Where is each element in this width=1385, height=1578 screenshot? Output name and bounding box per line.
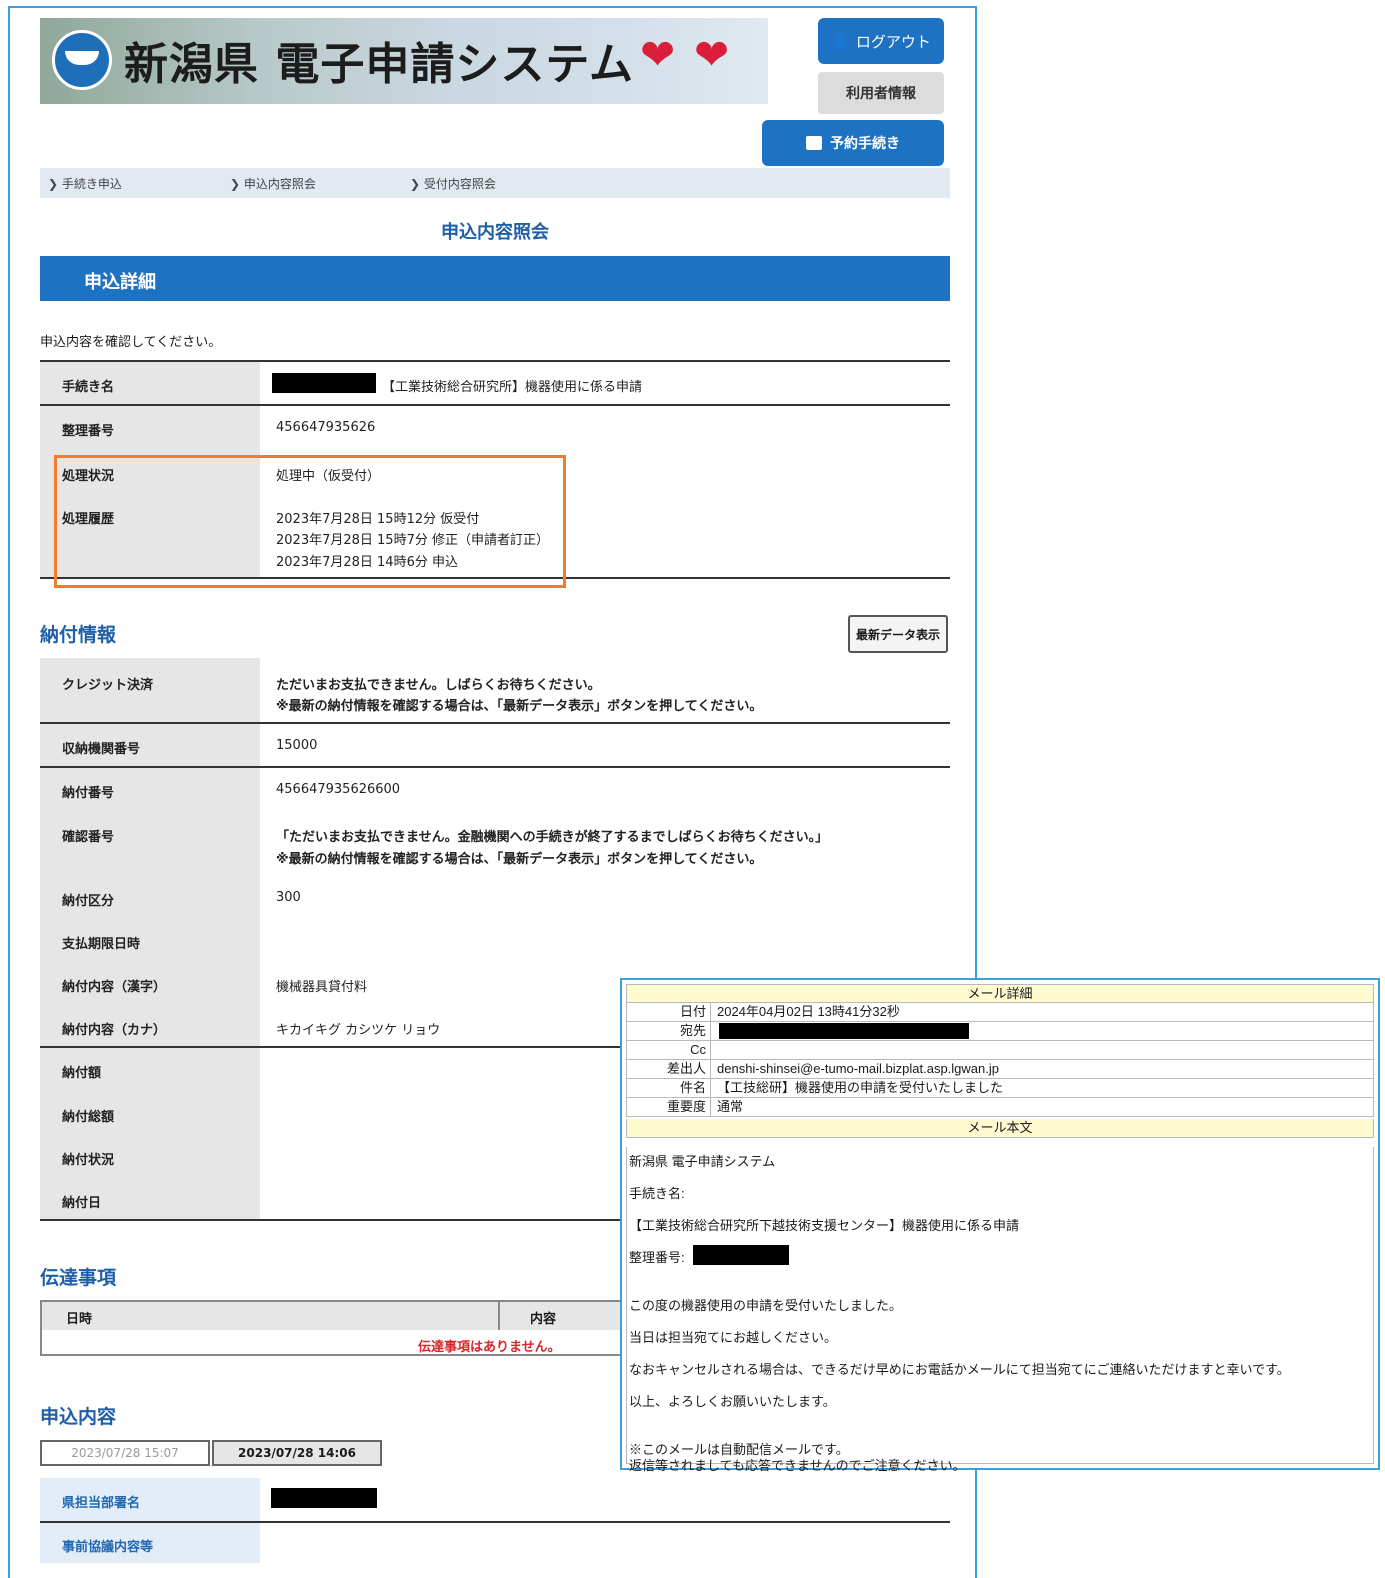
section-header: 申込詳細 [40, 256, 950, 301]
mascot-icon: ❤ [694, 30, 730, 79]
payment-row: クレジット決済 ただいまお支払できません。しばらくお待ちください。 ※最新の納付… [40, 658, 950, 722]
calendar-icon [806, 136, 822, 150]
empty-message: 伝達事項はありません。 [418, 1340, 561, 1355]
mail-row-from: 差出人 denshi-shinsei@e-tumo-mail.bizplat.as… [626, 1060, 1374, 1079]
mail-row-to: 宛先 [626, 1022, 1374, 1041]
redaction [719, 1023, 969, 1039]
mail-body: 新潟県 電子申請システム 手続き名: 【工業技術総合研究所下越技術支援センター】… [626, 1147, 1374, 1473]
application-row: 事前協議内容等 [40, 1523, 950, 1563]
history-tab[interactable]: 2023/07/28 15:07 [40, 1440, 210, 1466]
logout-button[interactable]: 👤 ログアウト [818, 18, 944, 64]
mail-line: なおキャンセルされる場合は、できるだけ早めにお電話かメールにて担当宛てにご連絡い… [629, 1362, 1290, 1377]
ref-number: 456647935626 [276, 420, 376, 435]
application-row: 県担当部署名 [40, 1478, 950, 1522]
user-icon: 👤 [831, 32, 850, 50]
mail-row-subject: 件名 【工技総研】機器使用の申請を受付いたしました [626, 1079, 1374, 1098]
payment-row: 収納機関番号 15000 [40, 724, 950, 766]
detail-row: 手続き名 【工業技術総合研究所】機器使用に係る申請 [40, 362, 950, 404]
mail-line: 以上、よろしくお願いいたします。 [629, 1394, 836, 1409]
mail-detail-header: メール詳細 [626, 984, 1374, 1003]
mail-line: 手続き名: [629, 1186, 685, 1201]
payment-heading: 納付情報 [40, 624, 117, 646]
mail-detail-panel: メール詳細 日付 2024年04月02日 13時41分32秒 宛先 Cc 差出人 d… [620, 978, 1380, 1473]
mail-line: 整理番号: [629, 1250, 685, 1265]
mail-line: 当日は担当宛てにお越しください。 [629, 1330, 838, 1345]
user-info-button[interactable]: 利用者情報 [818, 72, 944, 114]
system-title: 新潟県 電子申請システム [124, 39, 634, 90]
redaction [271, 1488, 377, 1508]
mascot-icon: ❤ [640, 30, 676, 79]
redaction [693, 1245, 789, 1265]
application-heading: 申込内容 [40, 1406, 117, 1428]
history-tab-active[interactable]: 2023/07/28 14:06 [212, 1440, 382, 1466]
notices-heading: 伝達事項 [40, 1267, 117, 1289]
mail-row-priority: 重要度 通常 [626, 1098, 1374, 1117]
mail-line: 【工業技術総合研究所下越技術支援センター】機器使用に係る申請 [629, 1218, 1020, 1233]
system-banner: 新潟県 電子申請システム ❤ ❤ [40, 18, 768, 104]
mail-line: 新潟県 電子申請システム [629, 1154, 776, 1169]
page-title: 申込内容照会 [441, 222, 549, 243]
mail-body-header: メール本文 [626, 1119, 1374, 1138]
reserve-button[interactable]: 予約手続き [762, 120, 944, 166]
mail-row-cc: Cc [626, 1041, 1374, 1060]
redaction [272, 373, 376, 393]
latest-data-button[interactable]: 最新データ表示 [848, 615, 948, 653]
step-item: ❯ 受付内容照会 [410, 177, 496, 191]
column-header: 日時 [66, 1312, 93, 1327]
mail-row-date: 日付 2024年04月02日 13時41分32秒 [626, 1003, 1374, 1022]
step-item: ❯ 申込内容照会 [230, 177, 316, 191]
prefecture-emblem-icon [52, 30, 112, 90]
highlight-box [54, 455, 566, 588]
instruction-text: 申込内容を確認してください。 [40, 335, 222, 350]
step-item: ❯ 手続き申込 [48, 177, 122, 191]
mail-line: この度の機器使用の申請を受付いたしました。 [629, 1298, 903, 1313]
step-bar: ❯ 手続き申込 ❯ 申込内容照会 ❯ 受付内容照会 [40, 168, 950, 198]
column-header: 内容 [530, 1312, 557, 1327]
mail-line: 返信等されましても応答できませんのでご注意ください。 [629, 1458, 966, 1473]
